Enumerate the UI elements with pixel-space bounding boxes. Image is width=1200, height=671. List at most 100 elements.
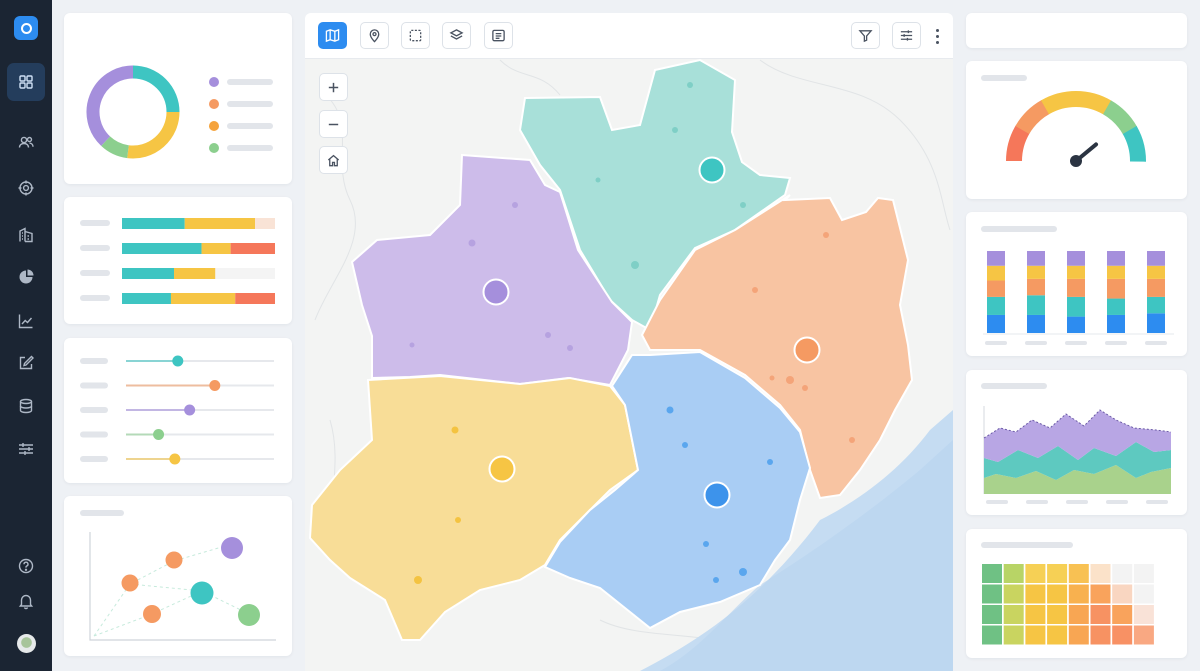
map-view-button[interactable] — [318, 22, 347, 49]
nav-buildings[interactable] — [7, 216, 45, 254]
gauge-segment — [1006, 125, 1030, 162]
nav-trends[interactable] — [7, 302, 45, 340]
legend-dot — [209, 121, 219, 131]
help-icon — [18, 558, 34, 574]
legend-label-placeholder — [227, 101, 273, 107]
zoom-out-icon — [328, 123, 339, 125]
select-area-button[interactable] — [401, 22, 430, 49]
column-segment — [987, 265, 1005, 281]
region-marker[interactable] — [488, 455, 516, 483]
slider-handle[interactable] — [184, 404, 196, 416]
heatmap-cell — [1025, 605, 1046, 624]
widget-title-placeholder — [981, 226, 1057, 232]
bar-segment — [230, 243, 275, 254]
nav-notifications[interactable] — [7, 582, 45, 620]
gauge-segment — [1122, 126, 1146, 162]
slider-label-placeholder — [80, 358, 108, 364]
home-icon — [327, 154, 340, 166]
column-segment — [1027, 265, 1045, 279]
heatmap-cell — [1025, 584, 1046, 604]
nav-database[interactable] — [7, 387, 45, 425]
settings-button[interactable] — [892, 22, 921, 49]
heatmap-cell — [1025, 625, 1046, 645]
list-icon — [492, 29, 505, 42]
map-panel[interactable] — [305, 13, 953, 671]
header-card — [966, 13, 1187, 48]
region-map[interactable] — [305, 13, 953, 671]
column-segment — [1107, 251, 1125, 266]
target-icon — [18, 180, 34, 196]
nav-targets[interactable] — [7, 169, 45, 207]
pin-icon — [369, 29, 380, 43]
heatmap-cell — [1068, 625, 1089, 645]
slider-handle[interactable] — [209, 380, 221, 391]
nav-users[interactable] — [7, 123, 45, 161]
slider-handle[interactable] — [153, 429, 165, 440]
layers-icon — [449, 29, 464, 40]
more-icon[interactable] — [930, 23, 944, 49]
heatmap-cell — [1133, 625, 1154, 645]
heatmap-cell — [1133, 564, 1154, 583]
nav-settings[interactable] — [7, 430, 45, 468]
slider-handle[interactable] — [169, 453, 181, 465]
area-widget — [966, 370, 1187, 515]
pin-button[interactable] — [360, 22, 389, 49]
donut-segment — [127, 111, 180, 159]
user-avatar[interactable] — [17, 634, 36, 653]
list-button[interactable] — [484, 22, 513, 49]
map-toolbar — [305, 13, 953, 59]
nav-dashboard[interactable] — [7, 63, 45, 101]
home-button[interactable] — [319, 146, 348, 174]
heatmap-cell — [1068, 605, 1089, 624]
columns-widget — [966, 212, 1187, 356]
heatmap-widget — [966, 529, 1187, 658]
heatmap-cell — [1047, 564, 1068, 583]
scatter-widget — [64, 496, 292, 656]
bar-segment — [255, 218, 275, 229]
heatmap-cell — [1133, 605, 1154, 624]
heatmap-cell — [1047, 625, 1068, 645]
nav-help[interactable] — [7, 547, 45, 585]
slider-label-placeholder — [80, 456, 108, 462]
column-segment — [1067, 296, 1085, 317]
heatmap-cell — [1112, 584, 1133, 604]
bar-segment — [215, 268, 275, 279]
region-marker[interactable] — [482, 278, 510, 306]
select-box-icon — [409, 29, 422, 42]
filter-icon — [858, 30, 873, 43]
bar-segment — [122, 243, 202, 254]
nav-reports[interactable] — [7, 258, 45, 296]
zoom-in-button[interactable] — [319, 73, 348, 101]
region-marker[interactable] — [698, 156, 726, 184]
heatmap-cell — [1003, 605, 1024, 624]
slider-handle[interactable] — [172, 355, 184, 367]
region-marker[interactable] — [793, 336, 821, 364]
line-chart-icon — [18, 314, 33, 329]
stacked-bars-widget — [64, 197, 292, 324]
column-label-placeholder — [985, 341, 1007, 345]
column-segment — [1027, 314, 1045, 333]
column-segment — [987, 280, 1005, 297]
column-segment — [1107, 298, 1125, 315]
column-segment — [987, 296, 1005, 315]
filter-button[interactable] — [851, 22, 880, 49]
bar-segment — [174, 268, 216, 279]
zoom-out-button[interactable] — [319, 110, 348, 138]
legend-dot — [209, 77, 219, 87]
scatter-point — [221, 537, 243, 559]
gauge-segment — [1041, 91, 1077, 115]
nav-edit[interactable] — [7, 344, 45, 382]
donut-chart — [86, 65, 273, 159]
scatter-point — [238, 604, 260, 626]
widget-title-placeholder — [981, 542, 1073, 548]
layers-button[interactable] — [442, 22, 471, 49]
donut-segment — [101, 136, 130, 159]
region-marker[interactable] — [703, 481, 731, 509]
heatmap-cell — [1068, 584, 1089, 604]
edit-icon — [19, 355, 34, 370]
slider-list[interactable] — [64, 338, 292, 483]
app-logo[interactable] — [14, 16, 38, 40]
bar-segment — [122, 218, 185, 229]
zoom-in-icon — [328, 82, 339, 92]
column-segment — [1067, 278, 1085, 297]
